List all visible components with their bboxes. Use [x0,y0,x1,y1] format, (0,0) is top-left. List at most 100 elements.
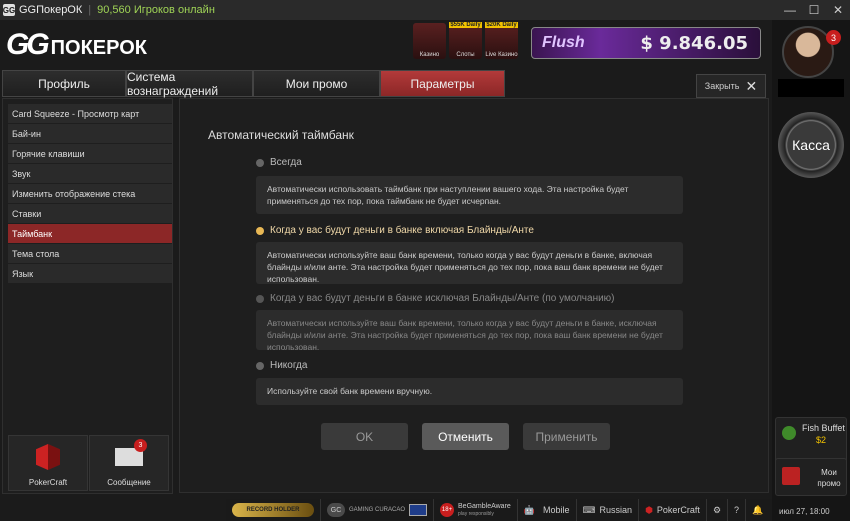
tab-rewards[interactable]: Система вознаграждений [126,70,253,98]
mobile-link[interactable]: 🤖 Mobile [516,499,576,521]
radio-never[interactable] [256,361,264,370]
pokercraft-status-label: PokerCraft [656,505,700,515]
messages-badge: 3 [134,439,147,452]
language-label: Russian [599,505,633,515]
pokercraft-small-icon: ⬢ [645,504,653,515]
my-promo-label: Мои промо [817,468,841,488]
menu-item-buy-in[interactable]: Бай-ин [8,124,172,143]
pokercraft-status-link[interactable]: ⬢ PokerCraft [638,499,706,521]
record-holder-badge: RECORD HOLDER [232,503,314,517]
option-without-blinds-desc: Автоматически используйте ваш банк време… [256,310,683,352]
record-holder: RECORD HOLDER [226,499,320,521]
status-bar: RECORD HOLDER GC GAMING CURACAO 18+ BeGa… [226,499,772,521]
app-title: GGПокерОК [19,4,83,16]
page-title: Автоматический таймбанк [208,128,354,142]
title-separator: | [88,4,92,16]
header: GG ПОКЕРОК Казино $55K Daily Слоты $20K … [0,20,772,70]
messages-label: Сообщение [107,478,151,487]
tab-profile[interactable]: Профиль [2,70,126,97]
menu-item-language[interactable]: Язык [8,264,172,283]
right-sidebar: 3 Касса Fish Buffet $2 Мои промо [772,20,850,521]
menu-item-sound[interactable]: Звук [8,164,172,183]
settings-menu: Card Squeeze - Просмотр карт Бай-ин Горя… [8,104,172,284]
pokercraft-label: PokerCraft [28,478,68,487]
language-selector[interactable]: ⌨ Russian [575,499,639,521]
ok-button[interactable]: OK [321,423,408,450]
bell-icon: 🔔 [752,504,764,515]
maximize-button[interactable]: ☐ [802,0,826,20]
flush-name: Flush [542,34,585,51]
option-always-label: Всегда [270,157,302,168]
slots-badge: $55K Daily [449,22,482,28]
live-casino-button[interactable]: $20K Daily Live Казино [485,22,518,59]
option-with-blinds-label: Когда у вас будут деньги в банке включая… [270,225,534,236]
live-casino-label: Live Казино [485,52,518,58]
android-icon: 🤖 [523,504,536,515]
slots-label: Слоты [456,52,475,58]
game-shortcuts: Казино $55K Daily Слоты $20K Daily Live … [413,22,518,59]
pokercraft-button[interactable]: PokerCraft [8,435,88,491]
cancel-button[interactable]: Отменить [422,423,509,450]
option-with-blinds[interactable]: Когда у вас будут деньги в банке включая… [256,225,534,236]
player-name-box [778,79,844,97]
casino-button[interactable]: Казино [413,23,446,59]
radio-with-blinds[interactable] [256,226,264,235]
menu-item-card-squeeze[interactable]: Card Squeeze - Просмотр карт [8,104,172,123]
flush-jackpot-banner[interactable]: Flush $ 9.846.05 [531,27,761,59]
live-casino-badge: $20K Daily [485,22,518,28]
close-panel-button[interactable]: Закрыть ✕ [696,74,766,98]
option-without-blinds-label: Когда у вас будут деньги в банке исключа… [270,293,615,304]
flush-amount: $ 9.846.05 [640,32,748,54]
help-icon: ? [734,505,740,515]
option-never[interactable]: Никогда [256,360,307,371]
menu-item-stack-display[interactable]: Изменить отображение стека [8,184,172,203]
radio-always[interactable] [256,158,264,167]
begambleaware-text: BeGambleAware play responsibly [458,503,511,517]
settings-gear[interactable]: ⚙ [705,499,727,521]
begambleaware-sub: play responsibly [458,511,494,517]
window-controls: — ☐ ✕ [778,0,850,20]
cashier-button[interactable]: Касса [778,112,844,178]
clock: июл 27, 18:00 [779,507,830,516]
tab-my-promo[interactable]: Мои промо [253,70,380,97]
gaming-curacao-label: GAMING CURACAO [349,506,406,513]
apply-button[interactable]: Применить [523,423,610,450]
messages-button[interactable]: Сообщение [89,435,169,491]
help-button[interactable]: ? [727,499,745,521]
option-without-blinds[interactable]: Когда у вас будут деньги в банке исключа… [256,293,615,304]
option-always[interactable]: Всегда [256,157,302,168]
option-never-desc: Используйте свой банк времени вручную. [256,378,683,405]
brand-logo[interactable]: GG ПОКЕРОК [6,28,147,62]
slots-button[interactable]: $55K Daily Слоты [449,22,482,59]
fish-buffet-amount: $2 [816,435,827,445]
avatar-badge: 3 [826,30,841,45]
menu-item-timebank[interactable]: Таймбанк [8,224,172,243]
pokercraft-icon [36,444,60,470]
online-players: 90,560 Игроков онлайн [97,4,215,16]
poker-client-window: GG GGПокерОК | 90,560 Игроков онлайн — ☐… [0,0,850,521]
gaming-curacao[interactable]: GC GAMING CURACAO [320,499,433,521]
gear-icon: ⚙ [712,504,722,515]
mobile-label: Mobile [543,505,570,515]
menu-item-hotkeys[interactable]: Горячие клавиши [8,144,172,163]
begambleaware[interactable]: 18+ BeGambleAware play responsibly [433,499,517,521]
menu-item-bets[interactable]: Ставки [8,204,172,223]
menu-item-table-theme[interactable]: Тема стола [8,244,172,263]
logo-text: ПОКЕРОК [50,37,147,59]
keyboard-icon: ⌨ [582,504,596,515]
minimize-button[interactable]: — [778,0,802,20]
tab-settings[interactable]: Параметры [380,70,505,97]
casino-label: Казино [419,52,440,58]
my-promo-button[interactable]: Мои промо [775,458,847,496]
gift-icon [782,467,800,485]
title-bar: GG GGПокерОК | 90,560 Игроков онлайн — ☐… [0,0,850,20]
option-never-label: Никогда [270,360,308,371]
app-logo-icon: GG [2,4,16,16]
fish-buffet-icon [782,426,796,440]
main-tabs: Профиль Система вознаграждений Мои промо… [2,70,505,98]
fish-buffet-title: Fish Buffet [802,423,845,433]
radio-without-blinds[interactable] [256,294,264,303]
close-window-button[interactable]: ✕ [826,0,850,20]
option-with-blinds-desc: Автоматически используйте ваш банк време… [256,242,683,284]
notifications-button[interactable]: 🔔 [745,499,769,521]
